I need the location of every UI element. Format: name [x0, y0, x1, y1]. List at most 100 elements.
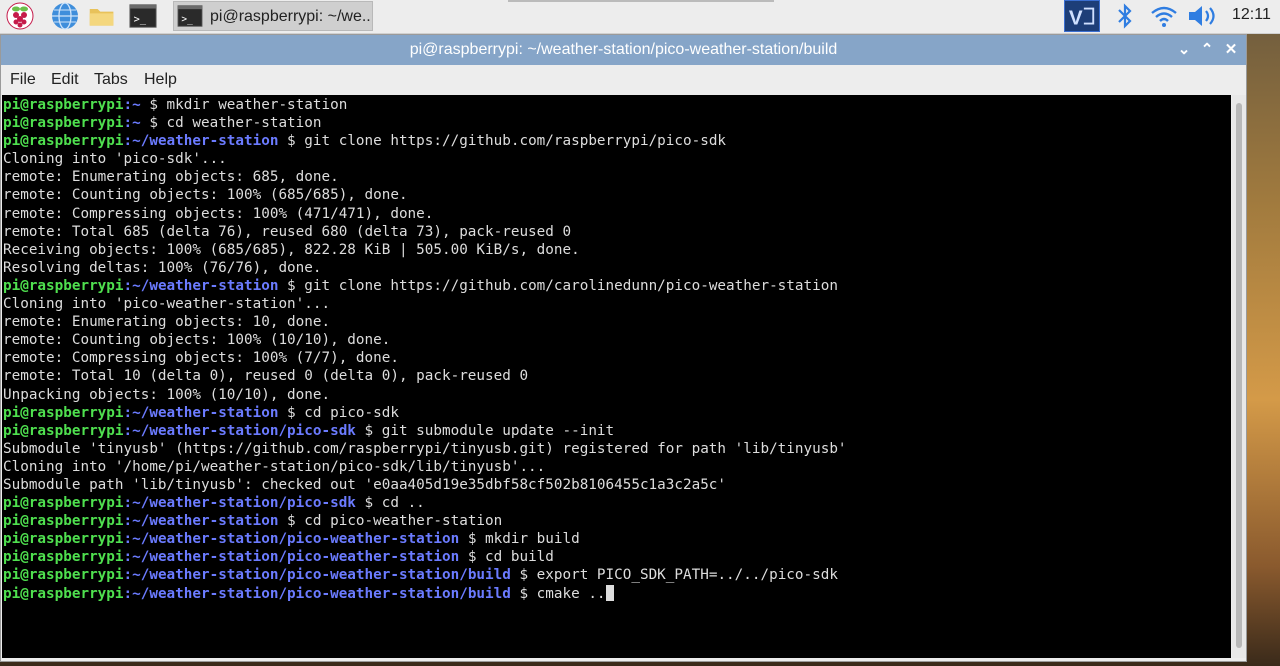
clock[interactable]: 12:11	[1232, 6, 1271, 24]
terminal-line: pi@raspberrypi:~ $ cd weather-station	[3, 114, 847, 132]
command-text: $ git submodule update --init	[355, 422, 615, 439]
minimize-button[interactable]: ⌄	[1175, 40, 1193, 58]
terminal-lines: pi@raspberrypi:~ $ mkdir weather-station…	[3, 96, 847, 603]
output-text: Cloning into 'pico-sdk'...	[3, 151, 227, 168]
terminal-line: remote: Counting objects: 100% (10/10), …	[3, 331, 847, 349]
output-text: Submodule path 'lib/tinyusb': checked ou…	[3, 476, 727, 493]
vnc-icon[interactable]: V	[1064, 0, 1100, 32]
taskbar: >_ >_ pi@raspberrypi: ~/we... V 12:11	[0, 0, 1280, 34]
menu-edit[interactable]: Edit	[51, 71, 79, 89]
prompt-user-host: pi@raspberrypi	[3, 404, 124, 421]
terminal-window: pi@raspberrypi: ~/weather-station/pico-w…	[0, 34, 1247, 662]
prompt-path: :~/weather-station	[123, 513, 279, 530]
command-text: $ git clone https://github.com/raspberry…	[278, 133, 727, 150]
panel-divider	[508, 0, 774, 2]
terminal-line: Submodule path 'lib/tinyusb': checked ou…	[3, 476, 847, 494]
output-text: Cloning into 'pico-weather-station'...	[3, 296, 331, 313]
terminal-icon[interactable]: >_	[129, 2, 157, 30]
taskbar-window-button[interactable]: >_ pi@raspberrypi: ~/we...	[173, 1, 373, 31]
terminal-line: remote: Total 685 (delta 76), reused 680…	[3, 223, 847, 241]
terminal-output[interactable]: pi@raspberrypi:~ $ mkdir weather-station…	[2, 95, 1231, 658]
window-titlebar[interactable]: pi@raspberrypi: ~/weather-station/pico-w…	[1, 35, 1246, 65]
taskbar-window-title: pi@raspberrypi: ~/we...	[210, 8, 372, 25]
scrollbar-thumb[interactable]	[1236, 103, 1242, 648]
output-text: remote: Compressing objects: 100% (471/4…	[3, 205, 434, 222]
terminal-line: Cloning into '/home/pi/weather-station/p…	[3, 458, 847, 476]
output-text: remote: Compressing objects: 100% (7/7),…	[3, 350, 399, 367]
command-text: $ cd pico-weather-station	[278, 513, 503, 530]
web-browser-icon[interactable]	[51, 2, 79, 30]
text-cursor	[605, 584, 614, 601]
output-text: Submodule 'tinyusb' (https://github.com/…	[3, 440, 847, 457]
terminal-line: Cloning into 'pico-sdk'...	[3, 150, 847, 168]
window-title: pi@raspberrypi: ~/weather-station/pico-w…	[409, 41, 838, 58]
command-text: $ git clone https://github.com/carolined…	[278, 277, 838, 294]
terminal-icon: >_	[177, 5, 203, 27]
output-text: Receiving objects: 100% (685/685), 822.2…	[3, 241, 580, 258]
command-text: $ cmake ..	[510, 585, 606, 602]
prompt-path: :~/weather-station/pico-weather-station	[123, 549, 460, 566]
prompt-user-host: pi@raspberrypi	[3, 585, 124, 602]
close-button[interactable]: ✕	[1222, 40, 1240, 58]
terminal-line: remote: Compressing objects: 100% (471/4…	[3, 205, 847, 223]
svg-text:>_: >_	[134, 14, 147, 26]
wifi-icon[interactable]	[1150, 4, 1178, 28]
prompt-user-host: pi@raspberrypi	[3, 115, 124, 132]
menu-file[interactable]: File	[10, 71, 36, 89]
svg-text:>_: >_	[181, 14, 193, 25]
prompt-path: :~/weather-station	[123, 277, 279, 294]
prompt-path: :~/weather-station	[123, 404, 279, 421]
prompt-user-host: pi@raspberrypi	[3, 97, 124, 113]
output-text: remote: Counting objects: 100% (685/685)…	[3, 187, 408, 204]
prompt-user-host: pi@raspberrypi	[3, 133, 124, 150]
terminal-line: pi@raspberrypi:~/weather-station/pico-sd…	[3, 494, 847, 512]
output-text: Resolving deltas: 100% (76/76), done.	[3, 259, 322, 276]
terminal-line: Submodule 'tinyusb' (https://github.com/…	[3, 440, 847, 458]
terminal-line: pi@raspberrypi:~/weather-station/pico-we…	[3, 548, 847, 566]
output-text: remote: Total 685 (delta 76), reused 680…	[3, 223, 572, 240]
terminal-line: remote: Enumerating objects: 685, done.	[3, 168, 847, 186]
output-text: Cloning into '/home/pi/weather-station/p…	[3, 458, 546, 475]
terminal-line: pi@raspberrypi:~/weather-station/pico-we…	[3, 530, 847, 548]
prompt-user-host: pi@raspberrypi	[3, 495, 124, 512]
menu-tabs[interactable]: Tabs	[94, 71, 128, 89]
volume-icon[interactable]	[1187, 4, 1219, 28]
terminal-line: pi@raspberrypi:~ $ mkdir weather-station	[3, 96, 847, 114]
menu-help[interactable]: Help	[144, 71, 177, 89]
prompt-user-host: pi@raspberrypi	[3, 277, 124, 294]
terminal-line: pi@raspberrypi:~/weather-station/pico-sd…	[3, 422, 847, 440]
terminal-line: pi@raspberrypi:~/weather-station $ cd pi…	[3, 512, 847, 530]
prompt-user-host: pi@raspberrypi	[3, 531, 124, 548]
output-text: remote: Total 10 (delta 0), reused 0 (de…	[3, 368, 529, 385]
command-text: $ cd build	[459, 549, 554, 566]
output-text: remote: Enumerating objects: 685, done.	[3, 169, 339, 186]
scrollbar[interactable]	[1232, 95, 1246, 658]
output-text: remote: Enumerating objects: 10, done.	[3, 314, 331, 331]
file-manager-icon[interactable]	[88, 2, 116, 30]
prompt-user-host: pi@raspberrypi	[3, 549, 124, 566]
svg-text:V: V	[1069, 6, 1083, 29]
prompt-path: :~	[123, 115, 141, 132]
prompt-path: :~/weather-station/pico-sdk	[123, 495, 356, 512]
prompt-path: :~/weather-station/pico-weather-station/…	[123, 567, 511, 584]
bluetooth-icon[interactable]	[1115, 3, 1135, 29]
terminal-line: pi@raspberrypi:~/weather-station $ cd pi…	[3, 404, 847, 422]
command-text: $ export PICO_SDK_PATH=../../pico-sdk	[510, 567, 838, 584]
command-text: $ cd weather-station	[140, 115, 322, 132]
menu-bar: File Edit Tabs Help	[1, 65, 1246, 95]
terminal-line: pi@raspberrypi:~/weather-station/pico-we…	[3, 566, 847, 584]
prompt-user-host: pi@raspberrypi	[3, 422, 124, 439]
output-text: remote: Counting objects: 100% (10/10), …	[3, 332, 391, 349]
terminal-line: remote: Enumerating objects: 10, done.	[3, 313, 847, 331]
terminal-line: Receiving objects: 100% (685/685), 822.2…	[3, 241, 847, 259]
raspberry-pi-menu-icon[interactable]	[6, 2, 34, 30]
terminal-line: Cloning into 'pico-weather-station'...	[3, 295, 847, 313]
prompt-path: :~/weather-station/pico-weather-station	[123, 531, 460, 548]
terminal-line: pi@raspberrypi:~/weather-station $ git c…	[3, 277, 847, 295]
terminal-line: pi@raspberrypi:~/weather-station $ git c…	[3, 132, 847, 150]
terminal-line: remote: Total 10 (delta 0), reused 0 (de…	[3, 367, 847, 385]
prompt-path: :~/weather-station/pico-weather-station/…	[123, 585, 511, 602]
prompt-user-host: pi@raspberrypi	[3, 513, 124, 530]
command-text: $ mkdir build	[459, 531, 580, 548]
maximize-button[interactable]: ⌃	[1198, 40, 1216, 58]
